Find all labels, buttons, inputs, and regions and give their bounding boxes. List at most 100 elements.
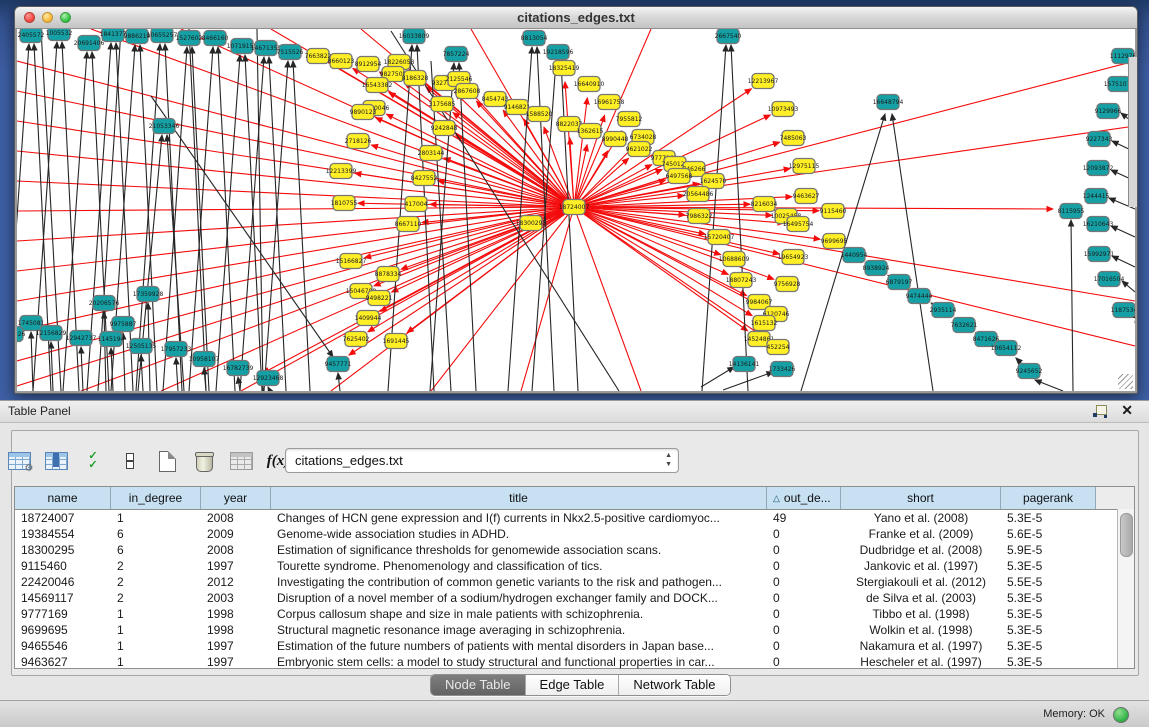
graph-node[interactable]: 16495754 [783, 217, 814, 232]
table-cell[interactable]: 2008 [201, 510, 271, 526]
column-header-title[interactable]: title [271, 487, 767, 509]
graph-node[interactable]: 9242848 [431, 121, 458, 136]
graph-node[interactable]: 16782739 [223, 361, 254, 376]
table-cell[interactable]: Stergiakouli et al. (2012) [841, 574, 1001, 590]
graph-node[interactable]: 417004 [405, 197, 428, 212]
table-cell[interactable]: 5.3E-5 [1001, 622, 1096, 638]
table-row[interactable]: 1456911722003Disruption of a novel membe… [15, 590, 1134, 606]
table-cell[interactable]: 5.3E-5 [1001, 638, 1096, 654]
graph-node[interactable]: 15992971 [1084, 247, 1115, 262]
table-cell[interactable]: Disruption of a novel member of a sodium… [271, 590, 767, 606]
graph-node[interactable]: 7632621 [951, 318, 978, 333]
table-cell[interactable]: 0 [767, 574, 841, 590]
table-cell[interactable]: 0 [767, 606, 841, 622]
tab-edge-table[interactable]: Edge Table [526, 675, 620, 695]
graph-node[interactable]: 19218596 [543, 45, 574, 60]
table-row[interactable]: 1872400712008Changes of HCN gene express… [15, 510, 1134, 526]
graph-node[interactable]: 7986322 [686, 209, 713, 224]
graph-node[interactable]: 18807243 [726, 273, 757, 288]
graph-node[interactable]: 8216034 [751, 197, 778, 212]
table-scrollbar[interactable] [1117, 509, 1134, 668]
table-cell[interactable]: 19384554 [15, 526, 111, 542]
table-cell[interactable]: Hescheler et al. (1997) [841, 654, 1001, 670]
table-cell[interactable]: Corpus callosum shape and size in male p… [271, 606, 767, 622]
column-header-name[interactable]: name [15, 487, 111, 509]
graph-node[interactable]: 9245652 [1016, 364, 1043, 379]
graph-node[interactable]: 12942737 [66, 331, 97, 346]
table-cell[interactable]: Genome-wide association studies in ADHD. [271, 526, 767, 542]
citation-network-graph[interactable]: 2405572100553220691406184137798862101065… [17, 29, 1135, 391]
graph-node[interactable]: 1005532 [46, 29, 73, 41]
graph-node[interactable]: 20206576 [89, 296, 120, 311]
table-cell[interactable]: 1 [111, 606, 201, 622]
table-cell[interactable]: 0 [767, 542, 841, 558]
table-cell[interactable]: 0 [767, 622, 841, 638]
graph-node[interactable]: 9115460 [820, 204, 847, 219]
table-row[interactable]: 946362711997Embryonic stem cells: a mode… [15, 654, 1134, 670]
graph-node[interactable]: 9975887 [110, 317, 137, 332]
table-cell[interactable]: 1 [111, 510, 201, 526]
graph-node[interactable]: 16210643 [1083, 217, 1114, 232]
graph-node[interactable]: 9129966 [1095, 104, 1122, 119]
graph-node[interactable]: 1691445 [383, 334, 410, 349]
graph-node[interactable]: 1588520 [526, 107, 553, 122]
graph-node[interactable]: 8667110 [395, 217, 422, 232]
table-cell[interactable]: 2008 [201, 542, 271, 558]
table-panel-header[interactable]: Table Panel ✕ [0, 400, 1149, 423]
graph-node[interactable]: 8813054 [521, 31, 548, 46]
graph-node[interactable]: 16543382 [362, 78, 393, 93]
scrollbar-thumb[interactable] [1120, 513, 1133, 557]
graph-node[interactable]: 8912954 [355, 57, 382, 72]
graph-node[interactable]: 2867608 [454, 84, 481, 99]
graph-node[interactable]: 2667540 [715, 29, 742, 44]
graph-node[interactable]: 16640910 [574, 77, 605, 92]
graph-node[interactable]: 21053346 [149, 119, 180, 134]
graph-node[interactable]: 1615132 [751, 316, 778, 331]
table-cell[interactable]: 2 [111, 574, 201, 590]
graph-node[interactable]: 17957233 [161, 342, 192, 357]
table-cell[interactable]: Jankovic et al. (1997) [841, 558, 1001, 574]
graph-node[interactable]: 16961758 [594, 95, 625, 110]
table-cell[interactable]: 1997 [201, 558, 271, 574]
table-row[interactable]: 1830029562008Estimation of significance … [15, 542, 1134, 558]
graph-node[interactable]: 2718126 [345, 134, 372, 149]
graph-node[interactable]: 9474444 [906, 289, 933, 304]
graph-node[interactable]: 14136141 [729, 357, 760, 372]
table-cell[interactable]: 22420046 [15, 574, 111, 590]
table-cell[interactable]: Tibbo et al. (1998) [841, 606, 1001, 622]
graph-node[interactable]: 9498221 [366, 291, 393, 306]
network-window-titlebar[interactable]: citations_edges.txt [15, 7, 1137, 29]
table-cell[interactable]: 1997 [201, 638, 271, 654]
table-cell[interactable]: Nakamura et al. (1997) [841, 638, 1001, 654]
table-cell[interactable]: 18300295 [15, 542, 111, 558]
import-table-button[interactable] [228, 448, 254, 474]
table-cell[interactable]: 14569117 [15, 590, 111, 606]
graph-node[interactable]: 9890123 [350, 105, 377, 120]
table-cell[interactable]: 0 [767, 558, 841, 574]
table-row[interactable]: 1938455462009Genome-wide association stu… [15, 526, 1134, 542]
graph-node[interactable]: 1244415 [1083, 189, 1110, 204]
tab-network-table[interactable]: Network Table [619, 675, 729, 695]
graph-node[interactable]: 12975115 [789, 159, 820, 174]
create-column-button[interactable] [154, 448, 180, 474]
table-cell[interactable]: 1998 [201, 606, 271, 622]
graph-node[interactable]: 1841377 [100, 29, 127, 42]
network-canvas[interactable]: 2405572100553220691406184137798862101065… [17, 29, 1135, 391]
graph-node[interactable]: 9756928 [774, 277, 801, 292]
graph-node[interactable]: 18724007 [559, 200, 590, 215]
graph-node[interactable]: 1527602 [176, 31, 203, 46]
table-cell[interactable]: de Silva et al. (2003) [841, 590, 1001, 606]
graph-node[interactable]: 9621022 [626, 142, 653, 157]
graph-node[interactable]: 6497568 [666, 169, 693, 184]
table-cell[interactable]: Dudbridge et al. (2008) [841, 542, 1001, 558]
column-header-indegree[interactable]: in_degree [111, 487, 201, 509]
graph-node[interactable]: 18300295 [516, 216, 547, 231]
table-cell[interactable]: Embryonic stem cells: a model to study s… [271, 654, 767, 670]
table-cell[interactable]: 49 [767, 510, 841, 526]
graph-node[interactable]: 8186328 [402, 71, 429, 86]
table-cell[interactable]: 9465546 [15, 638, 111, 654]
graph-node[interactable]: 3175685 [429, 97, 456, 112]
graph-node[interactable]: 17016504 [1094, 272, 1125, 287]
window-resize-handle[interactable] [1118, 374, 1133, 389]
table-cell[interactable]: 2 [111, 590, 201, 606]
